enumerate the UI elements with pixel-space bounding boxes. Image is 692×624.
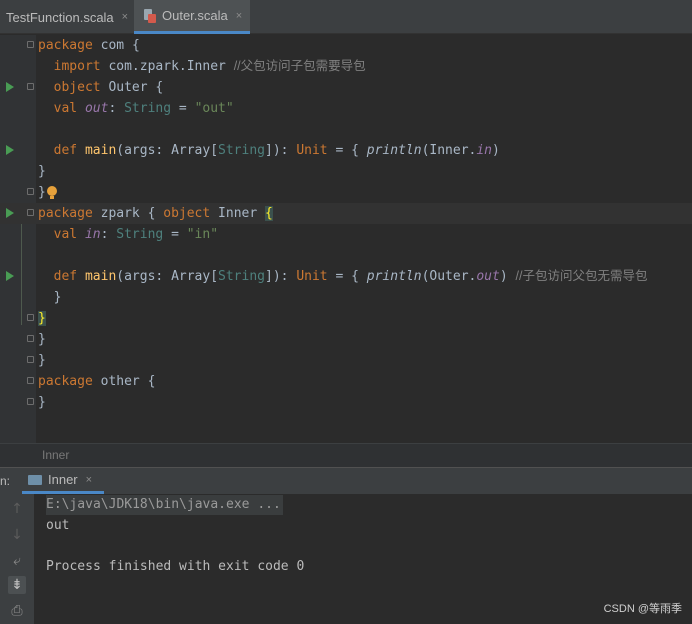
fold-marker-icon[interactable] <box>27 314 34 321</box>
run-tool-window-header: n: Inner × <box>0 467 692 494</box>
code-line-17: package other { <box>0 371 692 392</box>
up-arrow-icon[interactable]: ↑ <box>8 500 26 518</box>
code-line-2: import com.zpark.Inner //父包访问子包需要导包 <box>53 59 366 74</box>
fold-marker-icon[interactable] <box>27 398 34 405</box>
code-line-14: } <box>0 308 692 329</box>
code-line-9: package zpark { object Inner { <box>0 203 692 224</box>
code-line-15: } <box>0 329 692 350</box>
breadcrumb-item[interactable]: Inner <box>42 448 69 462</box>
tab-outer-scala[interactable]: Outer.scala × <box>134 0 250 34</box>
code-editor[interactable]: package com { import com.zpark.Inner //父… <box>0 35 692 443</box>
breadcrumb: Inner <box>0 443 692 467</box>
console-output-line: out <box>46 518 70 533</box>
lightbulb-icon[interactable] <box>47 186 57 199</box>
fold-marker-icon[interactable] <box>27 83 34 90</box>
code-line-13: } <box>53 290 62 305</box>
code-line-12: def main(args: Array[String]): Unit = { … <box>0 266 692 287</box>
run-gutter-icon[interactable] <box>6 145 14 155</box>
watermark: CSDN @等雨季 <box>603 603 682 615</box>
fold-marker-icon[interactable] <box>27 41 34 48</box>
fold-marker-icon[interactable] <box>27 188 34 195</box>
code-line-18: } <box>0 392 692 413</box>
run-gutter-icon[interactable] <box>6 208 14 218</box>
code-line-8: } <box>0 182 692 203</box>
print-icon[interactable]: ⎙ <box>8 602 26 620</box>
code-line-1: package com { <box>0 35 692 56</box>
code-line-6: def main(args: Array[String]): Unit = { … <box>0 140 692 161</box>
run-gutter-icon[interactable] <box>6 271 14 281</box>
console-toolbar: ↑ ↓ ⤶ ⇟ ⎙ <box>0 494 34 624</box>
run-console[interactable]: ↑ ↓ ⤶ ⇟ ⎙ E:\java\JDK18\bin\java.exe ...… <box>0 494 692 624</box>
code-line-4: val out: String = "out" <box>53 101 234 116</box>
scroll-to-end-icon[interactable]: ⇟ <box>8 576 26 594</box>
run-label: n: <box>0 474 11 488</box>
run-gutter-icon[interactable] <box>6 82 14 92</box>
editor-tab-bar: TestFunction.scala × Outer.scala × <box>0 0 692 34</box>
scala-file-icon <box>144 8 156 23</box>
code-line-7: } <box>38 164 46 179</box>
tab-label: Outer.scala <box>162 8 228 23</box>
close-icon[interactable]: × <box>236 10 242 22</box>
close-icon[interactable]: × <box>122 11 128 23</box>
run-tab-label: Inner <box>48 472 78 487</box>
console-exit-message: Process finished with exit code 0 <box>46 559 305 574</box>
down-arrow-icon[interactable]: ↓ <box>8 526 26 544</box>
code-line-10: val in: String = "in" <box>53 227 219 242</box>
tab-label: TestFunction.scala <box>6 9 114 25</box>
tab-testfunction-scala[interactable]: TestFunction.scala × <box>0 0 134 34</box>
fold-marker-icon[interactable] <box>27 377 34 384</box>
code-line-16: } <box>0 350 692 371</box>
soft-wrap-icon[interactable]: ⤶ <box>8 552 26 570</box>
fold-marker-icon[interactable] <box>27 209 34 216</box>
console-command-line: E:\java\JDK18\bin\java.exe ... <box>46 495 283 515</box>
fold-marker-icon[interactable] <box>27 356 34 363</box>
run-config-icon <box>28 474 42 485</box>
code-line-3: object Outer { <box>0 77 692 98</box>
fold-marker-icon[interactable] <box>27 335 34 342</box>
close-icon[interactable]: × <box>86 474 92 486</box>
tab-run-inner[interactable]: Inner × <box>22 468 104 494</box>
